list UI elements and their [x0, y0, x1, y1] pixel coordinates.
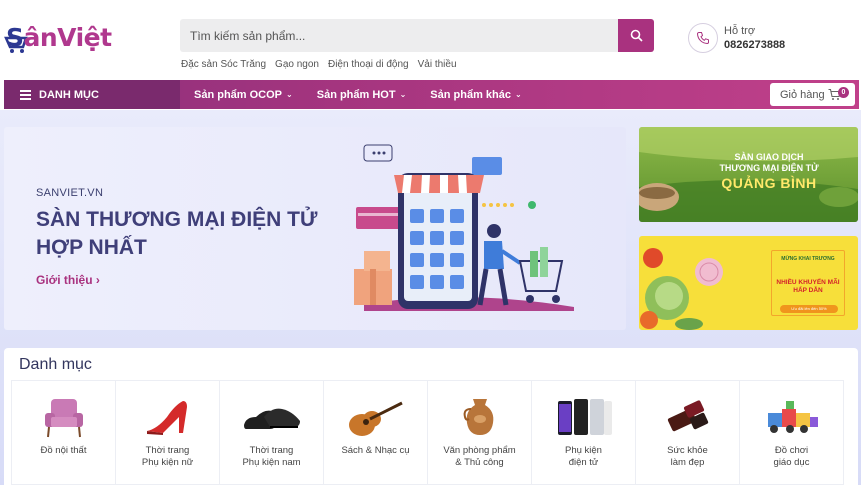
banner-title: SÀN THƯƠNG MẠI ĐIỆN TỬ HỢP NHẤT	[36, 208, 318, 259]
category-label: Văn phòng phẩm & Thủ công	[443, 445, 516, 468]
category-item-books-music[interactable]: Sách & Nhạc cụ	[323, 380, 428, 485]
support-label: Hỗ trợ	[724, 25, 756, 37]
category-menu-button[interactable]: DANH MỤC	[4, 80, 180, 109]
category-item-men-fashion[interactable]: Thời trang Phụ kiện nam	[219, 380, 324, 485]
category-label: Thời trang Phụ kiện nam	[242, 445, 301, 468]
promo2-line2: NHIỀU KHUYẾN MÃI HẤP DẪN	[776, 279, 840, 294]
high-heel-icon	[138, 395, 198, 439]
search-bar	[180, 19, 654, 52]
category-item-furniture[interactable]: Đồ nội thất	[11, 380, 116, 485]
site-logo[interactable]: SânViệt	[4, 20, 116, 56]
category-item-women-fashion[interactable]: Thời trang Phụ kiện nữ	[115, 380, 220, 485]
category-label: Thời trang Phụ kiện nữ	[141, 445, 194, 468]
smartphones-icon	[554, 395, 614, 439]
nav-item-other[interactable]: Sản phẩm khác ⌄	[430, 89, 521, 101]
category-label: Đồ nội thất	[40, 445, 87, 456]
quick-link[interactable]: Đặc sản Sóc Trăng	[181, 59, 266, 73]
nav-item-label: Sản phẩm khác	[430, 88, 511, 101]
banner-about-link[interactable]: Giới thiệu ›	[36, 273, 100, 287]
armchair-icon	[34, 395, 94, 439]
logo-text: SânViệt	[6, 23, 112, 52]
chevron-right-icon: ›	[95, 273, 100, 287]
cart-label: Giỏ hàng	[780, 88, 825, 101]
category-label: Sách & Nhạc cụ	[341, 445, 410, 456]
promo2-text-box: MỪNG KHAI TRƯƠNG NHIỀU KHUYẾN MÃI HẤP DẪ…	[771, 250, 845, 316]
promo1-line1: SÀN GIAO DỊCH THƯƠNG MẠI ĐIỆN TỬ	[719, 152, 819, 173]
lipstick-icon	[658, 395, 718, 439]
leather-shoes-icon	[242, 395, 302, 439]
promo1-highlight: QUẢNG BÌNH	[721, 175, 817, 191]
category-label: Sức khỏe làm đẹp	[667, 445, 708, 468]
promo2-button[interactable]: Ưu đãi lên đến 50%	[780, 305, 838, 313]
nav-item-ocop[interactable]: Sản phẩm OCOP ⌄	[194, 89, 293, 101]
category-menu-label: DANH MỤC	[39, 88, 99, 101]
phone-icon	[688, 23, 718, 53]
banner-eyebrow: SANVIET.VN	[36, 187, 104, 199]
hamburger-icon	[20, 88, 31, 102]
nav-item-label: Sản phẩm HOT	[316, 88, 396, 101]
category-item-stationery-crafts[interactable]: Văn phòng phẩm & Thủ công	[427, 380, 532, 485]
nav-item-hot[interactable]: Sản phẩm HOT ⌄	[317, 89, 407, 101]
quick-search-links: Đặc sản Sóc Trăng Gạo ngon Điện thoại di…	[181, 59, 457, 73]
chevron-down-icon: ⌄	[286, 90, 293, 99]
chevron-down-icon: ⌄	[399, 90, 407, 99]
promo2-line1: MỪNG KHAI TRƯƠNG	[781, 256, 835, 262]
vegetables-illustration	[640, 248, 723, 330]
nav-menu: Sản phẩm OCOP ⌄ Sản phẩm HOT ⌄ Sản phẩm …	[194, 80, 522, 109]
quick-link[interactable]: Vải thiều	[418, 59, 457, 73]
category-item-health-beauty[interactable]: Sức khỏe làm đẹp	[635, 380, 740, 485]
category-label: Phụ kiện điện tử	[565, 445, 602, 468]
shopping-illustration	[354, 144, 574, 311]
category-section-title: Danh mục	[19, 356, 92, 373]
main-banner[interactable]: SANVIET.VN SÀN THƯƠNG MẠI ĐIỆN TỬ HỢP NH…	[4, 127, 626, 330]
category-grid: Đồ nội thất Thời trang Phụ kiện nữ Thời t…	[11, 380, 851, 485]
category-item-electronics[interactable]: Phụ kiện điện tử	[531, 380, 636, 485]
category-section: Danh mục Đồ nội thất Thời trang Phụ kiện …	[4, 348, 858, 485]
chevron-down-icon: ⌄	[514, 90, 522, 99]
support-phone[interactable]: 0826273888	[724, 39, 785, 51]
toy-train-icon	[762, 395, 822, 439]
category-label: Đồ chơi giáo dục	[773, 445, 810, 468]
category-item-educational-toys[interactable]: Đồ chơi giáo dục	[739, 380, 844, 485]
cart-count-badge: 0	[838, 87, 849, 98]
nav-item-label: Sản phẩm OCOP	[194, 88, 283, 101]
search-input[interactable]	[180, 19, 618, 52]
main-navbar: DANH MỤC Sản phẩm OCOP ⌄ Sản phẩm HOT ⌄ …	[4, 80, 859, 109]
promo-banner-grand-opening[interactable]: MỪNG KHAI TRƯƠNG NHIỀU KHUYẾN MÃI HẤP DẪ…	[639, 236, 858, 330]
search-button[interactable]	[618, 19, 654, 52]
quick-link[interactable]: Gạo ngon	[275, 59, 319, 73]
support-hotline[interactable]: Hỗ trợ 0826273888	[688, 23, 858, 55]
search-icon	[630, 29, 643, 42]
quick-link[interactable]: Điện thoại di động	[328, 59, 409, 73]
cart-button[interactable]: Giỏ hàng 0	[770, 83, 855, 106]
pottery-vase-icon	[450, 395, 510, 439]
guitar-icon	[346, 395, 406, 439]
site-header: SânViệt Đặc sản Sóc Trăng Gạo ngon Điện …	[0, 0, 861, 78]
promo-banner-quang-binh[interactable]: SÀN GIAO DỊCH THƯƠNG MẠI ĐIỆN TỬ QUẢNG BÌ…	[639, 127, 858, 222]
